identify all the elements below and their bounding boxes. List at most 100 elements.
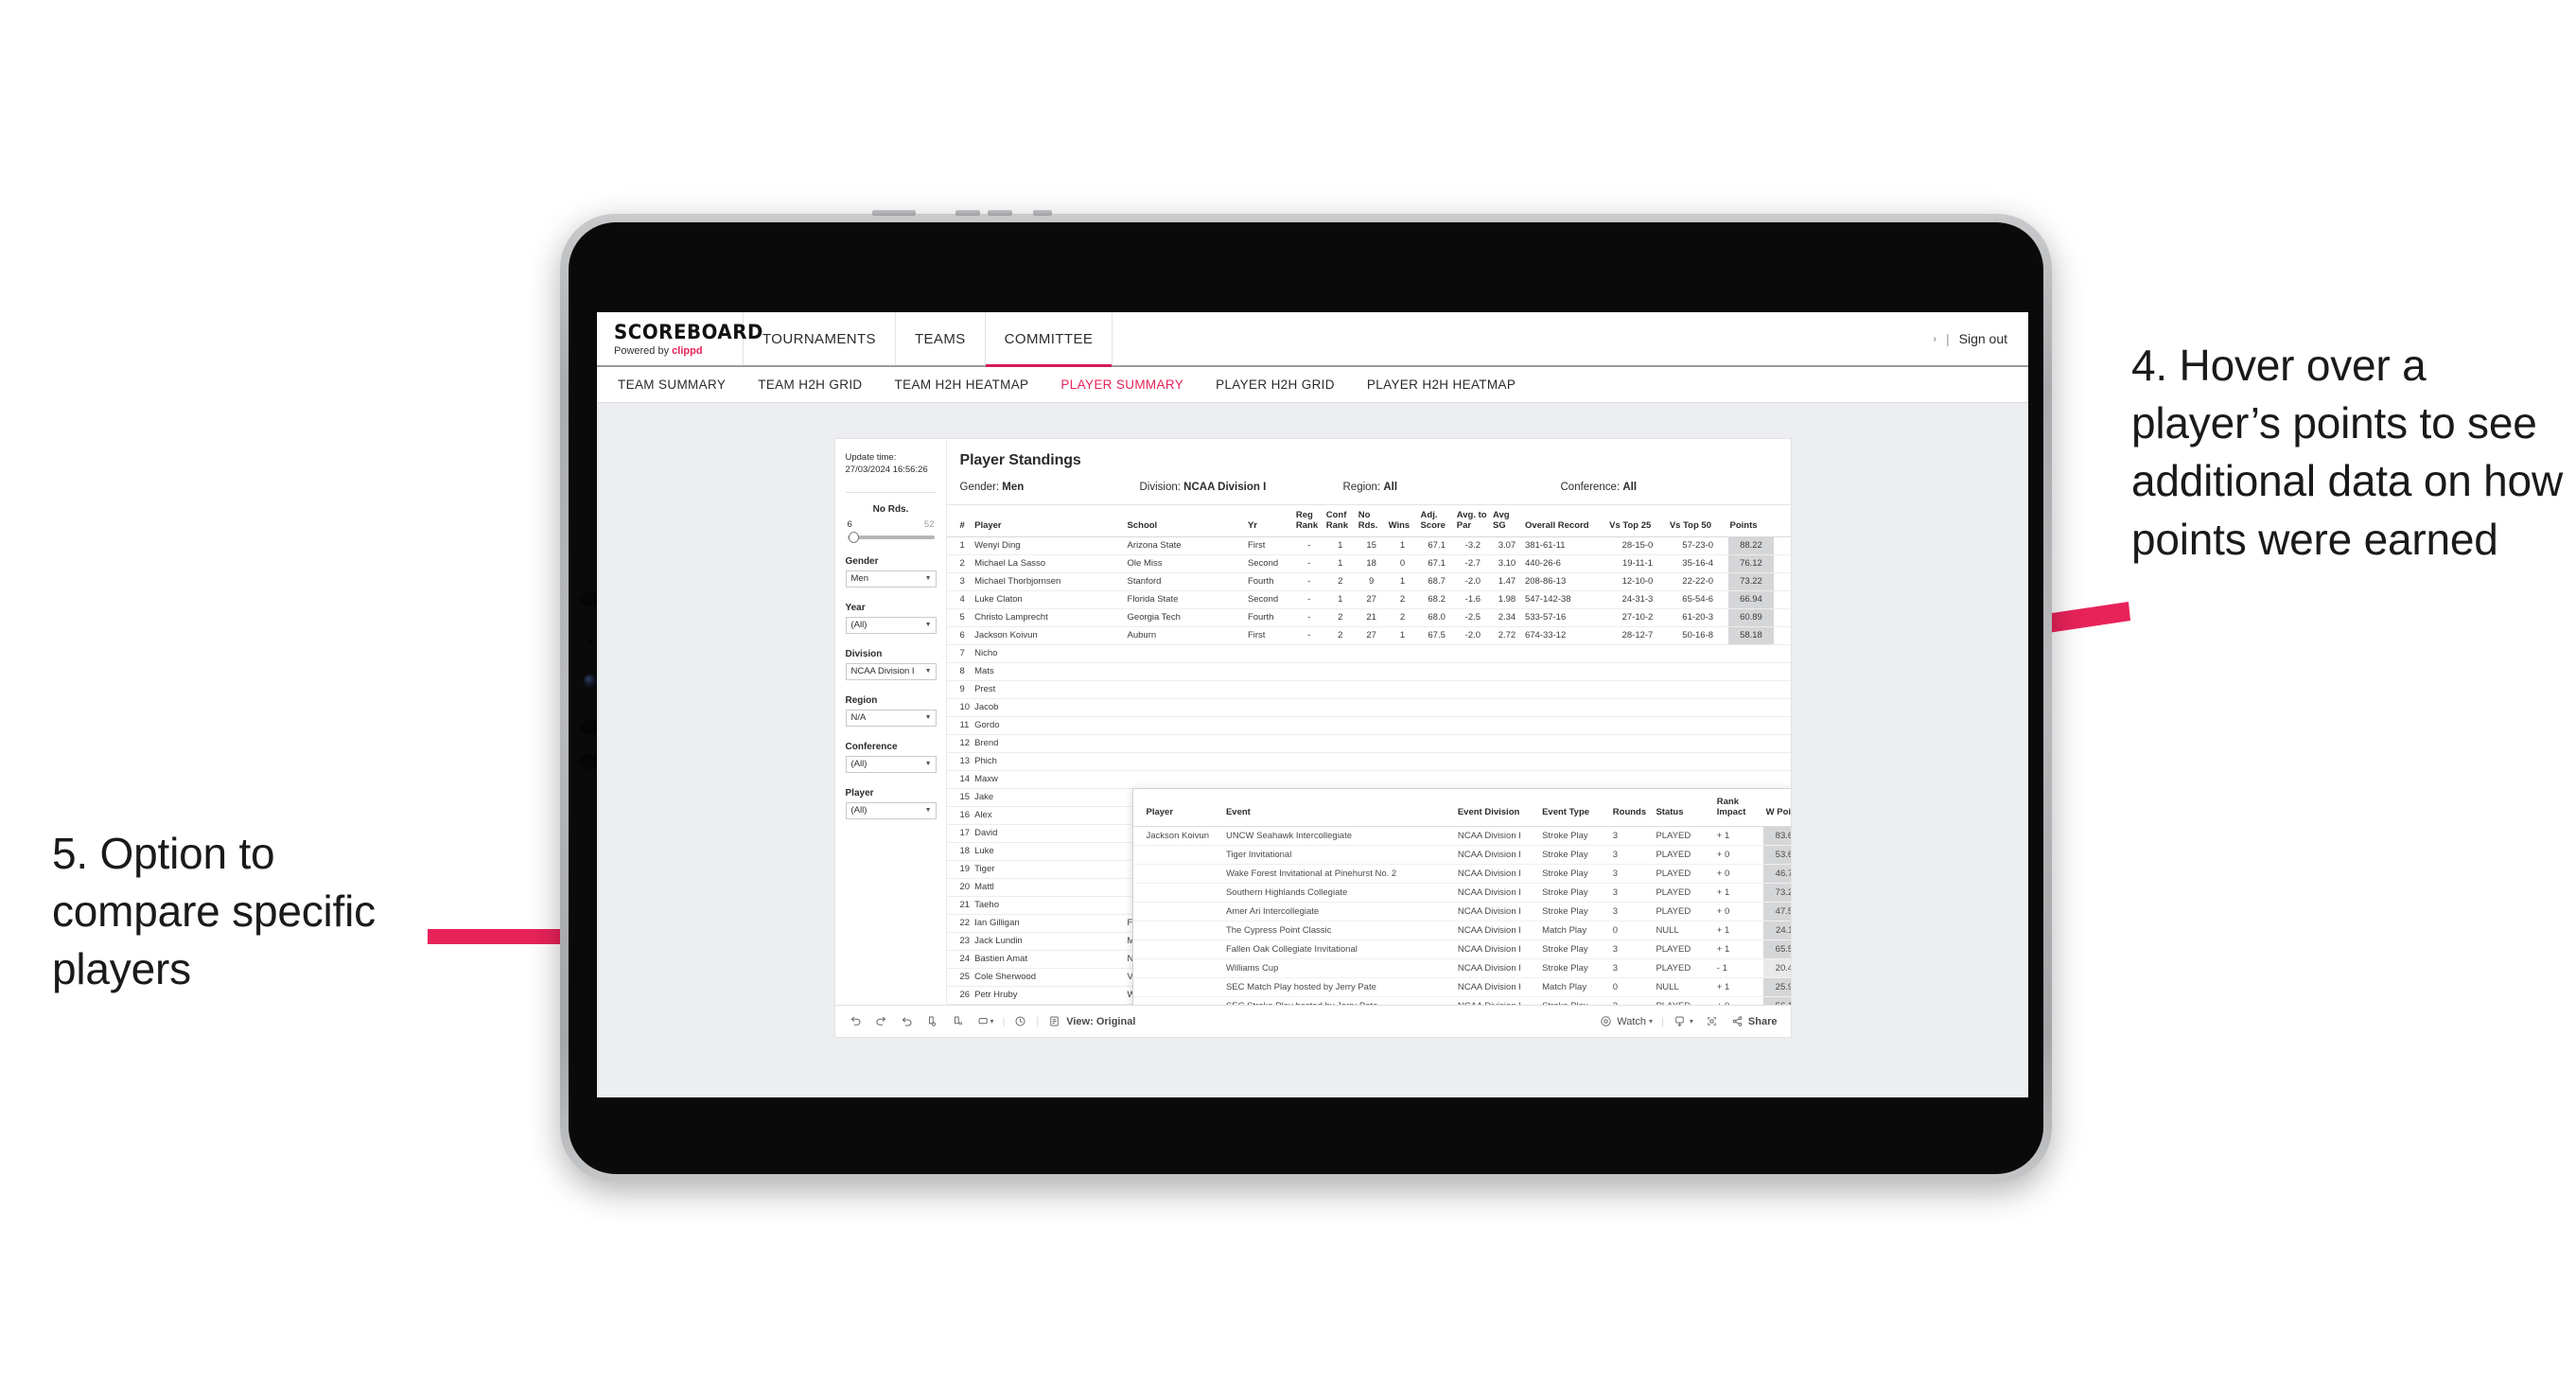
refresh-data-icon[interactable] <box>925 1014 939 1028</box>
chevron-down-icon[interactable]: ▾ <box>990 1017 994 1026</box>
cell-points[interactable] <box>1727 644 1775 663</box>
cell-points[interactable] <box>1727 698 1775 717</box>
watch-icon[interactable] <box>1599 1014 1613 1028</box>
col-avg-sg[interactable]: Avg SG <box>1490 505 1523 537</box>
col-vs-top-50[interactable]: Vs Top 50 <box>1667 505 1728 537</box>
cell-points[interactable]: 60.89 <box>1727 608 1775 627</box>
cell-vs-top-25: 24-31-3 <box>1607 590 1668 609</box>
cell-points[interactable] <box>1727 716 1775 735</box>
cell-conf-rank: 1 <box>1323 536 1357 555</box>
tooltip-cell-rank-impact: + 0 <box>1713 864 1763 884</box>
col-points[interactable]: Points <box>1727 505 1775 537</box>
slider-track[interactable] <box>847 531 935 543</box>
table-row[interactable]: 4 Luke Claton Florida State Second -1 27 2 68.2… <box>946 590 1791 609</box>
col-adj-score[interactable]: Adj. Score <box>1418 505 1455 537</box>
cell-points[interactable]: 73.22 <box>1727 572 1775 591</box>
col-reg-rank[interactable]: Reg Rank <box>1293 505 1324 537</box>
col-conf-rank[interactable]: Conf Rank <box>1323 505 1357 537</box>
table-row[interactable]: 8 Mats <box>946 662 1791 681</box>
cell-player: Ian Gilligan <box>973 914 1126 933</box>
cell-points[interactable] <box>1727 770 1775 789</box>
col-avg-to-par[interactable]: Avg. to Par <box>1454 505 1491 537</box>
filter-division-select[interactable]: NCAA Division I ▼ <box>845 662 937 680</box>
table-row[interactable]: 3 Michael Thorbjornsen Stanford Fourth -2 9 1 6… <box>946 572 1791 591</box>
cell-points[interactable] <box>1727 662 1775 681</box>
subnav-item-team-h2h-heatmap[interactable]: TEAM H2H HEATMAP <box>895 377 1029 392</box>
col-no-rds[interactable]: No Rds. <box>1356 505 1387 537</box>
view-original-icon[interactable] <box>1047 1014 1061 1028</box>
cell-player: Brend <box>973 734 1126 753</box>
table-row[interactable]: 6 Jackson Koivun Auburn First -2 27 1 67.5 -2.0 2… <box>946 626 1791 645</box>
col-overall-record[interactable]: Overall Record <box>1522 505 1608 537</box>
tt-col-event: Event <box>1222 789 1455 827</box>
history-icon[interactable] <box>1013 1014 1027 1028</box>
cell-reg-rank: - <box>1293 536 1324 555</box>
col-player[interactable]: Player <box>973 505 1126 537</box>
subnav-item-player-h2h-grid[interactable]: PLAYER H2H GRID <box>1216 377 1335 392</box>
cell-points[interactable]: 58.18 <box>1727 626 1775 645</box>
watch-label[interactable]: Watch <box>1617 1016 1646 1027</box>
cell-points[interactable]: 76.12 <box>1727 554 1775 573</box>
filter-player-select[interactable]: (All) ▼ <box>845 801 937 819</box>
cell-pad <box>1774 626 1791 645</box>
tooltip-row: The Cypress Point Classic NCAA Division I… <box>1132 921 1791 940</box>
table-row[interactable]: 12 Brend <box>946 734 1791 753</box>
download-icon[interactable] <box>1673 1014 1687 1028</box>
subnav-item-team-h2h-grid[interactable]: TEAM H2H GRID <box>758 377 862 392</box>
cell-reg-rank: - <box>1293 608 1324 627</box>
topnav-item-teams[interactable]: TEAMS <box>896 312 986 365</box>
subnav-item-team-summary[interactable]: TEAM SUMMARY <box>618 377 726 392</box>
share-label[interactable]: Share <box>1748 1016 1778 1027</box>
table-row[interactable]: 10 Jacob <box>946 698 1791 717</box>
subnav-item-player-summary[interactable]: PLAYER SUMMARY <box>1060 377 1183 392</box>
sign-out-button[interactable]: Sign out <box>1959 331 2007 346</box>
cell-avg-sg <box>1490 698 1523 717</box>
custom-views-icon[interactable] <box>976 1014 990 1028</box>
table-row[interactable]: 9 Prest <box>946 680 1791 699</box>
topnav-item-tournaments[interactable]: TOURNAMENTS <box>744 312 896 365</box>
cell-avg-sg: 1.98 <box>1490 590 1523 609</box>
col-school[interactable]: School <box>1125 505 1246 537</box>
table-row[interactable]: 7 Nicho <box>946 644 1791 663</box>
cell-player: Mats <box>973 662 1126 681</box>
topnav-item-committee[interactable]: COMMITTEE <box>985 312 1113 367</box>
cell-points[interactable]: 88.22 <box>1727 536 1775 555</box>
cell-player: Bastien Amat <box>973 950 1126 969</box>
table-row[interactable]: 14 Maxw <box>946 770 1791 789</box>
cell-points[interactable] <box>1727 734 1775 753</box>
filter-label: Conference <box>845 741 898 752</box>
col-rank[interactable]: # <box>946 505 973 537</box>
table-row[interactable]: 11 Gordo <box>946 716 1791 735</box>
filter-conference-select[interactable]: (All) ▼ <box>845 755 937 773</box>
chevron-down-icon-watch[interactable]: ▾ <box>1649 1017 1653 1026</box>
table-row[interactable]: 2 Michael La Sasso Ole Miss Second -1 18 0 67.1… <box>946 554 1791 573</box>
view-original-label[interactable]: View: Original <box>1066 1016 1135 1027</box>
chevron-down-icon-download[interactable]: ▾ <box>1690 1017 1693 1026</box>
col-yr[interactable]: Yr <box>1245 505 1294 537</box>
cell-adj-score <box>1418 716 1455 735</box>
pause-updates-icon[interactable] <box>951 1014 965 1028</box>
share-icon[interactable] <box>1730 1014 1744 1028</box>
table-row[interactable]: 13 Phich <box>946 752 1791 771</box>
col-vs-top-25[interactable]: Vs Top 25 <box>1607 505 1668 537</box>
table-row[interactable]: 5 Christo Lamprecht Georgia Tech Fourth -2 21… <box>946 608 1791 627</box>
filter-gender-select[interactable]: Men ▼ <box>845 570 937 588</box>
subnav-item-player-h2h-heatmap[interactable]: PLAYER H2H HEATMAP <box>1367 377 1516 392</box>
revert-icon[interactable] <box>900 1014 914 1028</box>
filter-year-select[interactable]: (All) ▼ <box>845 616 937 634</box>
undo-icon[interactable] <box>849 1014 863 1028</box>
cell-points[interactable]: 66.94 <box>1727 590 1775 609</box>
table-row[interactable]: 1 Wenyi Ding Arizona State First -1 15 1 67.1 -3… <box>946 536 1791 555</box>
cell-points[interactable] <box>1727 752 1775 771</box>
no-rounds-slider[interactable]: No Rds. 6 52 <box>846 504 937 543</box>
cell-wins <box>1386 752 1419 771</box>
brand-logo[interactable]: SCOREBOARD Powered by clippd <box>597 312 762 365</box>
filter-region-select[interactable]: N/A ▼ <box>845 709 937 727</box>
slider-handle[interactable] <box>849 531 860 543</box>
col-wins[interactable]: Wins <box>1386 505 1419 537</box>
cell-points[interactable] <box>1727 680 1775 699</box>
fullscreen-icon[interactable] <box>1705 1014 1719 1028</box>
redo-icon[interactable] <box>874 1014 888 1028</box>
cell-pad <box>1774 752 1791 771</box>
chevron-right-icon[interactable]: › <box>1934 334 1936 344</box>
